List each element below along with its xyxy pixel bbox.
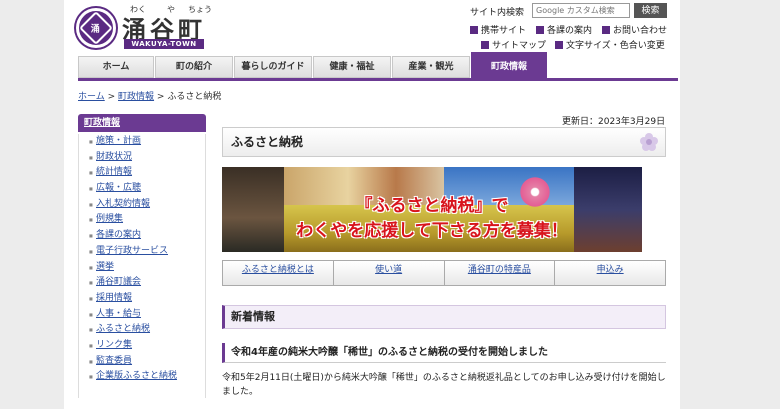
sidebar-item[interactable]: 企業版ふるさと納税: [79, 369, 205, 385]
sidebar-item[interactable]: リンク集: [79, 338, 205, 354]
breadcrumb: ホーム > 町政情報 > ふるさと納税: [78, 89, 221, 102]
sidebar-item[interactable]: 例規集: [79, 212, 205, 228]
article-body: 令和5年2月11日(土曜日)から純米大吟醸「稀世」のふるさと納税返礼品としてのお…: [222, 373, 666, 397]
nav-industry-tourism[interactable]: 産業・観光: [392, 56, 470, 78]
sidebar-item[interactable]: 施策・計画: [79, 134, 205, 150]
tab-apply[interactable]: 申込み: [555, 261, 665, 285]
sidebar-item[interactable]: 財政状況: [79, 150, 205, 166]
town-emblem-icon[interactable]: 涌: [76, 8, 116, 48]
banner-text-line2: わくやを応援して下さる方を募集！: [296, 221, 568, 241]
sidebar-item[interactable]: 人事・給与: [79, 307, 205, 323]
mobile-site-link[interactable]: 携帯サイト: [470, 23, 526, 36]
sidebar-menu: 施策・計画 財政状況 統計情報 広報・広聴 入札契約情報 例規集 各課の案内 電…: [78, 134, 206, 398]
banner-text-line1: 『ふるさと納税』で: [355, 196, 509, 216]
square-bullet-icon: [602, 26, 610, 34]
text-size-color-link[interactable]: 文字サイズ・色合い変更: [555, 38, 665, 51]
sidebar-item[interactable]: 選挙: [79, 260, 205, 276]
sidebar-heading[interactable]: 町政情報: [78, 114, 206, 132]
nav-health-welfare[interactable]: 健康・福祉: [313, 56, 391, 78]
sitemap-link[interactable]: サイトマップ: [481, 38, 546, 51]
search-label: サイト内検索: [470, 8, 525, 18]
tab-about-furusato[interactable]: ふるさと納税とは: [223, 261, 334, 285]
sidebar-item[interactable]: 涌谷町議会: [79, 275, 205, 291]
square-bullet-icon: [481, 41, 489, 49]
search-button[interactable]: 検索: [634, 3, 667, 18]
tab-specialties[interactable]: 涌谷町の特産品: [445, 261, 556, 285]
sidebar-item[interactable]: 各課の案内: [79, 228, 205, 244]
news-heading-box: 新着情報: [222, 305, 666, 329]
nav-town-admin[interactable]: 町政情報: [471, 52, 547, 78]
global-nav: ホーム 町の紹介 暮らしのガイド 健康・福祉 産業・観光 町政情報: [78, 52, 548, 78]
sidebar-item[interactable]: 広報・広聴: [79, 181, 205, 197]
breadcrumb-home[interactable]: ホーム: [78, 92, 105, 102]
page: 涌 わく や ちょう 涌谷町 WAKUYA-TOWN サイト内検索 検索 携帯サ…: [64, 0, 680, 409]
sidebar-item[interactable]: ふるさと納税: [79, 322, 205, 338]
updated-date: 更新日：2023年3月29日: [562, 117, 666, 127]
breadcrumb-section[interactable]: 町政情報: [118, 92, 154, 102]
nav-living-guide[interactable]: 暮らしのガイド: [234, 56, 312, 78]
flower-icon: [640, 133, 658, 151]
sidebar-item[interactable]: 採用情報: [79, 291, 205, 307]
breadcrumb-separator: >: [156, 92, 165, 102]
sidebar-item[interactable]: 電子行政サービス: [79, 244, 205, 260]
departments-link[interactable]: 各課の案内: [536, 23, 592, 36]
tab-usage[interactable]: 使い道: [334, 261, 445, 285]
page-title-box: ふるさと納税: [222, 127, 666, 157]
news-heading: 新着情報: [231, 310, 275, 323]
article-title: 令和4年産の純米大吟醸「稀世」のふるさと納税の受付を開始しました: [222, 343, 666, 363]
page-title: ふるさと納税: [231, 135, 304, 149]
breadcrumb-current: ふるさと納税: [167, 92, 222, 102]
search-input[interactable]: [532, 3, 630, 18]
sidebar-item[interactable]: 入札契約情報: [79, 197, 205, 213]
contact-link[interactable]: お問い合わせ: [602, 23, 667, 36]
square-bullet-icon: [470, 26, 478, 34]
square-bullet-icon: [536, 26, 544, 34]
furusato-tabs: ふるさと納税とは 使い道 涌谷町の特産品 申込み: [222, 260, 666, 286]
nav-underline: [78, 78, 678, 81]
site-subtitle: WAKUYA-TOWN: [124, 39, 204, 49]
nav-town-intro[interactable]: 町の紹介: [155, 56, 233, 78]
sidebar-item[interactable]: 監査委員: [79, 354, 205, 370]
sidebar-item[interactable]: 統計情報: [79, 165, 205, 181]
furusato-banner[interactable]: 『ふるさと納税』で わくやを応援して下さる方を募集！: [222, 167, 642, 252]
square-bullet-icon: [555, 41, 563, 49]
breadcrumb-separator: >: [107, 92, 116, 102]
nav-home[interactable]: ホーム: [78, 56, 154, 78]
